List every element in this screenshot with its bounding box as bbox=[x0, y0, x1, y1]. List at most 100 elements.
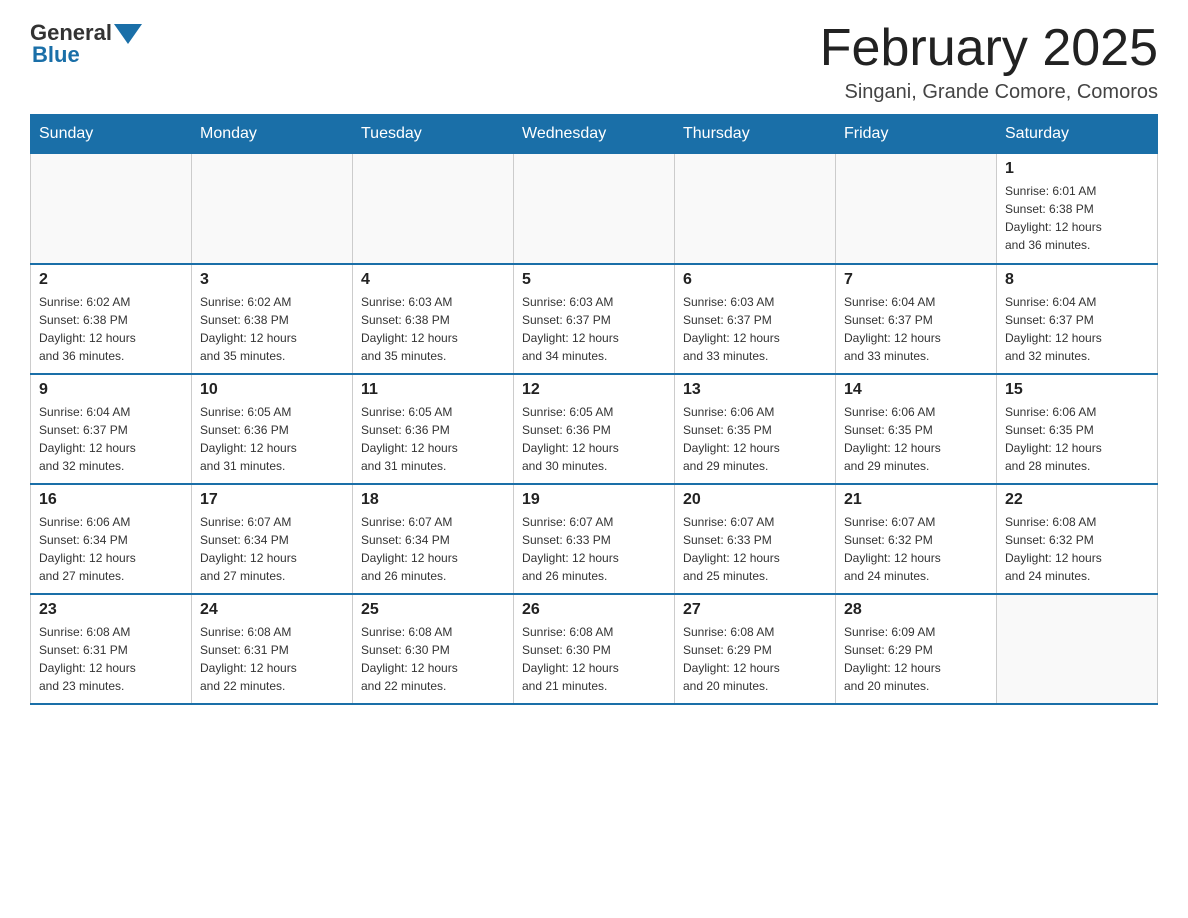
calendar-cell: 12 Sunrise: 6:05 AM Sunset: 6:36 PM Dayli… bbox=[514, 374, 675, 484]
day-info: Sunrise: 6:07 AM Sunset: 6:33 PM Dayligh… bbox=[522, 513, 666, 585]
calendar-cell: 19 Sunrise: 6:07 AM Sunset: 6:33 PM Dayli… bbox=[514, 484, 675, 594]
calendar-table: SundayMondayTuesdayWednesdayThursdayFrid… bbox=[30, 114, 1158, 705]
weekday-header-tuesday: Tuesday bbox=[353, 115, 514, 154]
weekday-header-thursday: Thursday bbox=[675, 115, 836, 154]
weekday-header-saturday: Saturday bbox=[997, 115, 1158, 154]
day-info: Sunrise: 6:05 AM Sunset: 6:36 PM Dayligh… bbox=[361, 403, 505, 475]
day-number: 28 bbox=[844, 601, 988, 619]
calendar-cell: 11 Sunrise: 6:05 AM Sunset: 6:36 PM Dayli… bbox=[353, 374, 514, 484]
calendar-cell: 26 Sunrise: 6:08 AM Sunset: 6:30 PM Dayli… bbox=[514, 594, 675, 704]
calendar-cell: 15Sunrise: 6:06 AM Sunset: 6:35 PM Dayli… bbox=[997, 374, 1158, 484]
day-info: Sunrise: 6:02 AM Sunset: 6:38 PM Dayligh… bbox=[39, 293, 183, 365]
day-info: Sunrise: 6:07 AM Sunset: 6:34 PM Dayligh… bbox=[361, 513, 505, 585]
calendar-cell: 24 Sunrise: 6:08 AM Sunset: 6:31 PM Dayli… bbox=[192, 594, 353, 704]
day-info: Sunrise: 6:03 AM Sunset: 6:37 PM Dayligh… bbox=[522, 293, 666, 365]
day-number: 20 bbox=[683, 491, 827, 509]
calendar-subtitle: Singani, Grande Comore, Comoros bbox=[820, 81, 1158, 104]
calendar-cell: 1Sunrise: 6:01 AM Sunset: 6:38 PM Daylig… bbox=[997, 154, 1158, 264]
day-info: Sunrise: 6:09 AM Sunset: 6:29 PM Dayligh… bbox=[844, 623, 988, 695]
calendar-cell: 25 Sunrise: 6:08 AM Sunset: 6:30 PM Dayli… bbox=[353, 594, 514, 704]
day-number: 6 bbox=[683, 271, 827, 289]
calendar-cell: 10Sunrise: 6:05 AM Sunset: 6:36 PM Dayli… bbox=[192, 374, 353, 484]
day-info: Sunrise: 6:07 AM Sunset: 6:32 PM Dayligh… bbox=[844, 513, 988, 585]
day-info: Sunrise: 6:06 AM Sunset: 6:34 PM Dayligh… bbox=[39, 513, 183, 585]
calendar-cell: 2 Sunrise: 6:02 AM Sunset: 6:38 PM Daylig… bbox=[31, 264, 192, 374]
day-info: Sunrise: 6:05 AM Sunset: 6:36 PM Dayligh… bbox=[522, 403, 666, 475]
day-info: Sunrise: 6:08 AM Sunset: 6:31 PM Dayligh… bbox=[39, 623, 183, 695]
weekday-header-sunday: Sunday bbox=[31, 115, 192, 154]
calendar-week-row: 1Sunrise: 6:01 AM Sunset: 6:38 PM Daylig… bbox=[31, 154, 1158, 264]
calendar-cell bbox=[31, 154, 192, 264]
calendar-cell: 17 Sunrise: 6:07 AM Sunset: 6:34 PM Dayli… bbox=[192, 484, 353, 594]
day-number: 11 bbox=[361, 381, 505, 399]
calendar-header: SundayMondayTuesdayWednesdayThursdayFrid… bbox=[31, 115, 1158, 154]
day-number: 27 bbox=[683, 601, 827, 619]
day-number: 16 bbox=[39, 491, 183, 509]
calendar-cell: 21 Sunrise: 6:07 AM Sunset: 6:32 PM Dayli… bbox=[836, 484, 997, 594]
day-number: 19 bbox=[522, 491, 666, 509]
day-number: 12 bbox=[522, 381, 666, 399]
calendar-cell: 5Sunrise: 6:03 AM Sunset: 6:37 PM Daylig… bbox=[514, 264, 675, 374]
day-number: 2 bbox=[39, 271, 183, 289]
calendar-cell bbox=[675, 154, 836, 264]
calendar-cell bbox=[353, 154, 514, 264]
calendar-cell: 8 Sunrise: 6:04 AM Sunset: 6:37 PM Daylig… bbox=[997, 264, 1158, 374]
calendar-cell: 14 Sunrise: 6:06 AM Sunset: 6:35 PM Dayli… bbox=[836, 374, 997, 484]
calendar-cell: 18Sunrise: 6:07 AM Sunset: 6:34 PM Dayli… bbox=[353, 484, 514, 594]
weekday-header-wednesday: Wednesday bbox=[514, 115, 675, 154]
day-number: 10 bbox=[200, 381, 344, 399]
calendar-cell: 9 Sunrise: 6:04 AM Sunset: 6:37 PM Daylig… bbox=[31, 374, 192, 484]
calendar-cell: 27 Sunrise: 6:08 AM Sunset: 6:29 PM Dayli… bbox=[675, 594, 836, 704]
day-number: 9 bbox=[39, 381, 183, 399]
calendar-week-row: 16 Sunrise: 6:06 AM Sunset: 6:34 PM Dayli… bbox=[31, 484, 1158, 594]
day-number: 1 bbox=[1005, 160, 1149, 178]
calendar-cell: 3Sunrise: 6:02 AM Sunset: 6:38 PM Daylig… bbox=[192, 264, 353, 374]
calendar-cell: 4 Sunrise: 6:03 AM Sunset: 6:38 PM Daylig… bbox=[353, 264, 514, 374]
day-number: 7 bbox=[844, 271, 988, 289]
logo: General Blue bbox=[30, 20, 142, 68]
day-info: Sunrise: 6:04 AM Sunset: 6:37 PM Dayligh… bbox=[39, 403, 183, 475]
day-info: Sunrise: 6:08 AM Sunset: 6:29 PM Dayligh… bbox=[683, 623, 827, 695]
calendar-cell: 16 Sunrise: 6:06 AM Sunset: 6:34 PM Dayli… bbox=[31, 484, 192, 594]
calendar-cell: 23 Sunrise: 6:08 AM Sunset: 6:31 PM Dayli… bbox=[31, 594, 192, 704]
day-info: Sunrise: 6:07 AM Sunset: 6:34 PM Dayligh… bbox=[200, 513, 344, 585]
calendar-cell bbox=[836, 154, 997, 264]
day-number: 22 bbox=[1005, 491, 1149, 509]
logo-blue-text: Blue bbox=[32, 42, 80, 68]
day-info: Sunrise: 6:06 AM Sunset: 6:35 PM Dayligh… bbox=[1005, 403, 1149, 475]
day-number: 23 bbox=[39, 601, 183, 619]
calendar-title: February 2025 bbox=[820, 20, 1158, 77]
day-info: Sunrise: 6:03 AM Sunset: 6:37 PM Dayligh… bbox=[683, 293, 827, 365]
day-info: Sunrise: 6:08 AM Sunset: 6:30 PM Dayligh… bbox=[522, 623, 666, 695]
page-header: General Blue February 2025 Singani, Gran… bbox=[30, 20, 1158, 104]
day-number: 14 bbox=[844, 381, 988, 399]
day-info: Sunrise: 6:08 AM Sunset: 6:31 PM Dayligh… bbox=[200, 623, 344, 695]
calendar-cell bbox=[192, 154, 353, 264]
day-number: 13 bbox=[683, 381, 827, 399]
calendar-week-row: 2 Sunrise: 6:02 AM Sunset: 6:38 PM Daylig… bbox=[31, 264, 1158, 374]
day-number: 26 bbox=[522, 601, 666, 619]
weekday-header-friday: Friday bbox=[836, 115, 997, 154]
day-info: Sunrise: 6:06 AM Sunset: 6:35 PM Dayligh… bbox=[844, 403, 988, 475]
logo-triangle-icon bbox=[114, 24, 142, 44]
day-number: 4 bbox=[361, 271, 505, 289]
day-number: 24 bbox=[200, 601, 344, 619]
calendar-cell: 22 Sunrise: 6:08 AM Sunset: 6:32 PM Dayli… bbox=[997, 484, 1158, 594]
calendar-week-row: 9 Sunrise: 6:04 AM Sunset: 6:37 PM Daylig… bbox=[31, 374, 1158, 484]
weekday-header-row: SundayMondayTuesdayWednesdayThursdayFrid… bbox=[31, 115, 1158, 154]
day-number: 8 bbox=[1005, 271, 1149, 289]
day-info: Sunrise: 6:07 AM Sunset: 6:33 PM Dayligh… bbox=[683, 513, 827, 585]
day-number: 17 bbox=[200, 491, 344, 509]
day-number: 21 bbox=[844, 491, 988, 509]
day-info: Sunrise: 6:08 AM Sunset: 6:30 PM Dayligh… bbox=[361, 623, 505, 695]
calendar-body: 1Sunrise: 6:01 AM Sunset: 6:38 PM Daylig… bbox=[31, 154, 1158, 704]
calendar-cell: 13 Sunrise: 6:06 AM Sunset: 6:35 PM Dayli… bbox=[675, 374, 836, 484]
day-info: Sunrise: 6:03 AM Sunset: 6:38 PM Dayligh… bbox=[361, 293, 505, 365]
day-info: Sunrise: 6:04 AM Sunset: 6:37 PM Dayligh… bbox=[844, 293, 988, 365]
calendar-cell bbox=[514, 154, 675, 264]
day-info: Sunrise: 6:04 AM Sunset: 6:37 PM Dayligh… bbox=[1005, 293, 1149, 365]
day-info: Sunrise: 6:08 AM Sunset: 6:32 PM Dayligh… bbox=[1005, 513, 1149, 585]
day-info: Sunrise: 6:06 AM Sunset: 6:35 PM Dayligh… bbox=[683, 403, 827, 475]
calendar-cell: 28 Sunrise: 6:09 AM Sunset: 6:29 PM Dayli… bbox=[836, 594, 997, 704]
day-number: 25 bbox=[361, 601, 505, 619]
